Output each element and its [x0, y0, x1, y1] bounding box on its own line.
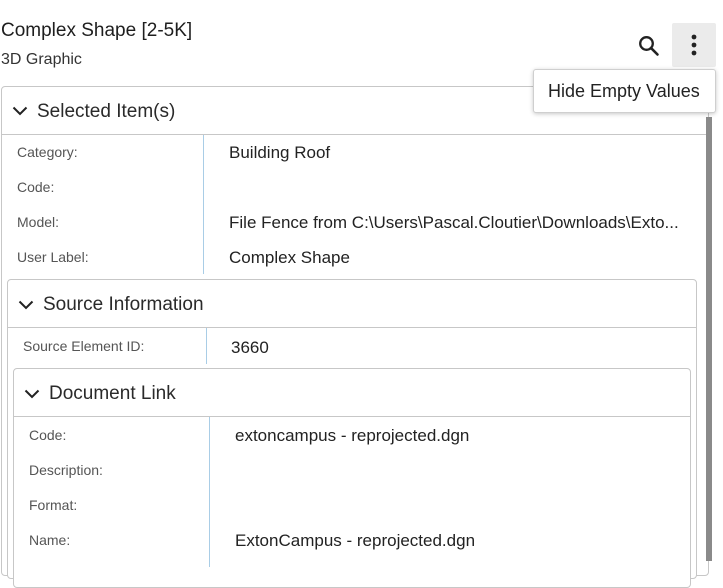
- chevron-down-icon: [12, 106, 28, 116]
- column-separator: [209, 417, 210, 567]
- property-value: Building Roof: [229, 143, 331, 162]
- more-options-button[interactable]: [672, 23, 716, 67]
- chevron-down-icon: [24, 389, 40, 399]
- source-information-header[interactable]: Source Information: [8, 280, 696, 328]
- vertical-scrollbar[interactable]: [706, 117, 712, 561]
- column-separator: [203, 135, 204, 274]
- property-label: Code:: [29, 427, 67, 443]
- property-label: Model:: [17, 214, 60, 230]
- property-label: User Label:: [17, 249, 89, 265]
- property-label: Format:: [29, 497, 78, 513]
- property-label: Category:: [17, 144, 78, 160]
- document-link-panel: Document Link Code: extoncampus - reproj…: [13, 368, 691, 588]
- property-value: extoncampus - reprojected.dgn: [235, 426, 470, 445]
- source-information-title: Source Information: [43, 294, 204, 315]
- property-value: Complex Shape: [229, 248, 350, 267]
- element-class-subtitle: 3D Graphic: [1, 51, 82, 68]
- selected-items-title: Selected Item(s): [37, 101, 176, 122]
- search-button[interactable]: [630, 27, 668, 65]
- property-value: ExtonCampus - reprojected.dgn: [235, 531, 476, 550]
- property-label: Name:: [29, 532, 71, 548]
- more-vertical-icon: [691, 34, 697, 56]
- element-title: Complex Shape [2-5K]: [1, 20, 193, 41]
- options-menu: Hide Empty Values: [533, 69, 716, 113]
- search-icon: [639, 36, 659, 56]
- property-label: Code:: [17, 179, 55, 195]
- property-value: 3660: [231, 338, 269, 357]
- column-separator: [206, 328, 207, 364]
- document-link-title: Document Link: [49, 383, 176, 404]
- document-link-header[interactable]: Document Link: [14, 369, 690, 417]
- chevron-down-icon: [18, 300, 34, 310]
- property-label: Source Element ID:: [23, 338, 145, 354]
- property-label: Description:: [29, 462, 103, 478]
- hide-empty-values-menu-item[interactable]: Hide Empty Values: [548, 81, 700, 102]
- property-value: File Fence from C:\Users\Pascal.Cloutier…: [229, 213, 679, 232]
